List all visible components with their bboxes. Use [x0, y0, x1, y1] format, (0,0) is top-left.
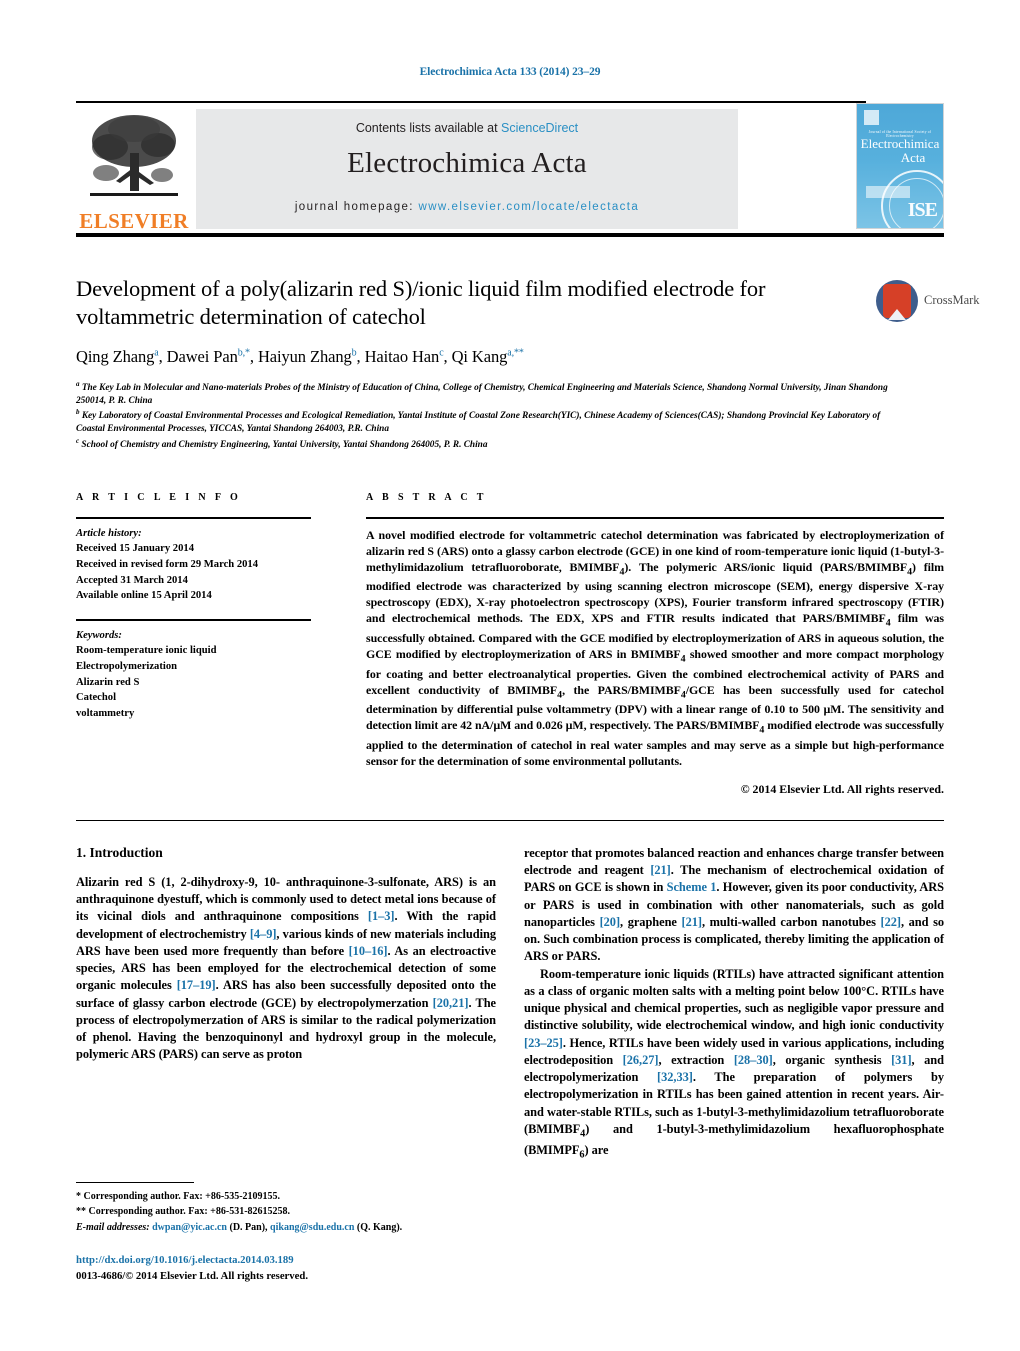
footnote-rule — [76, 1182, 194, 1184]
footnote-block: * Corresponding author. Fax: +86-535-210… — [76, 1182, 496, 1235]
abstract-column: A novel modified electrode for voltammet… — [366, 517, 944, 797]
keyword-item: Room-temperature ionic liquid — [76, 645, 217, 657]
article-header: Development of a poly(alizarin red S)/io… — [76, 275, 980, 452]
history-received: Received 15 January 2014 — [76, 543, 194, 555]
keyword-item: Alizarin red S — [76, 676, 140, 688]
cover-title-line2: Acta — [900, 149, 926, 165]
affiliation-b: b Key Laboratory of Coastal Environmenta… — [76, 408, 881, 435]
masthead-bottom-rule — [76, 233, 944, 237]
doi-block: http://dx.doi.org/10.1016/j.electacta.20… — [76, 1253, 536, 1284]
elsevier-tree-icon — [90, 115, 178, 196]
cover-title: Electrochimica Acta — [857, 137, 943, 164]
issn-copyright-line: 0013-4686/© 2014 Elsevier Ltd. All right… — [76, 1269, 309, 1282]
cover-title-line1: Electrochimica — [860, 136, 940, 151]
contents-prefix: Contents lists available at — [355, 121, 502, 135]
cover-elsevier-mark-icon — [864, 110, 879, 125]
abstract-rule-top — [366, 517, 944, 519]
footnote-line: ** Corresponding author. Fax: +86-531-82… — [76, 1206, 291, 1218]
journal-info-band: Contents lists available at ScienceDirec… — [196, 109, 738, 229]
crossmark-label: CrossMark — [924, 293, 980, 307]
page-title: Development of a poly(alizarin red S)/io… — [76, 276, 766, 330]
keywords-label: Keywords: — [76, 629, 122, 641]
elsevier-wordmark: ELSEVIER — [79, 209, 189, 233]
body-divider-rule — [76, 820, 944, 822]
crossmark-badge[interactable]: CrossMark — [876, 280, 980, 324]
homepage-prefix: journal homepage: — [294, 201, 419, 213]
history-revised: Received in revised form 29 March 2014 — [76, 558, 259, 570]
masthead-top-rule — [76, 101, 866, 103]
paragraph: receptor that promotes balanced reaction… — [524, 846, 944, 964]
abstract-text: A novel modified electrode for voltammet… — [366, 527, 945, 769]
article-history-label: Article history: — [76, 527, 142, 539]
crossmark-icon — [876, 280, 918, 322]
keyword-item: Catechol — [76, 692, 117, 704]
keyword-item: Electropolymerization — [76, 660, 178, 672]
body-column-left: 1. Introduction Alizarin red S (1, 2-dih… — [76, 845, 496, 1064]
running-head: Electrochimica Acta 133 (2014) 23–29 — [419, 66, 601, 78]
affiliation-a: a The Key Lab in Molecular and Nano-mate… — [76, 379, 888, 406]
paragraph: Alizarin red S (1, 2-dihydroxy-9, 10- an… — [76, 875, 497, 1062]
section-heading-introduction: 1. Introduction — [76, 845, 163, 860]
journal-article-page: Electrochimica Acta 133 (2014) 23–29 ELS… — [0, 0, 1020, 1351]
info-rule-top — [76, 517, 311, 519]
ise-seal-label: ISE — [907, 199, 938, 221]
affiliation-list: a The Key Lab in Molecular and Nano-mate… — [76, 380, 906, 452]
article-info-column: Article history: Received 15 January 201… — [76, 517, 311, 722]
journal-cover-thumbnail: Journal of the International Society of … — [856, 103, 944, 229]
journal-masthead: ELSEVIER Contents lists available at Sci… — [76, 101, 944, 237]
footnote-email-line: E-mail addresses: dwpan@yic.ac.cn (D. Pa… — [76, 1221, 403, 1233]
author-list: Qing Zhanga, Dawei Panb,*, Haiyun Zhangb… — [76, 346, 524, 366]
keyword-item: voltammetry — [76, 707, 135, 719]
history-accepted: Accepted 31 March 2014 — [76, 574, 188, 586]
abstract-heading: A B S T R A C T — [366, 492, 487, 503]
keywords-list: Keywords: Room-temperature ionic liquid … — [76, 628, 311, 722]
elsevier-logo: ELSEVIER — [78, 109, 190, 235]
sciencedirect-link[interactable]: ScienceDirect — [501, 121, 578, 135]
journal-homepage-line: journal homepage: www.elsevier.com/locat… — [196, 201, 738, 213]
contents-available-line: Contents lists available at ScienceDirec… — [196, 121, 738, 135]
article-history: Article history: Received 15 January 201… — [76, 526, 311, 604]
copyright-line: © 2014 Elsevier Ltd. All rights reserved… — [740, 782, 944, 797]
paragraph: Room-temperature ionic liquids (RTILs) h… — [524, 966, 944, 1161]
affiliation-c: c School of Chemistry and Chemistry Engi… — [76, 436, 488, 450]
keywords-rule — [76, 618, 311, 621]
article-info-heading: A R T I C L E I N F O — [76, 492, 242, 503]
doi-link[interactable]: http://dx.doi.org/10.1016/j.electacta.20… — [76, 1253, 536, 1269]
body-column-right: receptor that promotes balanced reaction… — [524, 845, 944, 1162]
journal-homepage-link[interactable]: www.elsevier.com/locate/electacta — [418, 201, 639, 213]
journal-title: Electrochimica Acta — [347, 147, 587, 179]
history-online: Available online 15 April 2014 — [76, 590, 212, 602]
footnote-line: * Corresponding author. Fax: +86-535-210… — [76, 1191, 281, 1203]
